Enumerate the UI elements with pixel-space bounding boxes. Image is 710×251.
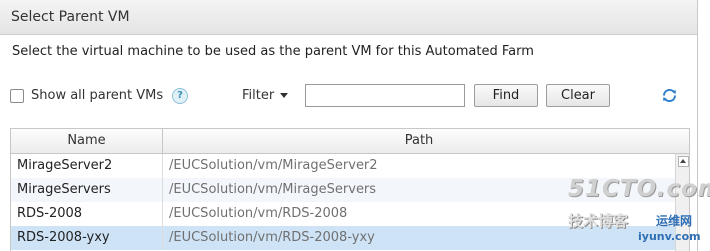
column-header-path[interactable]: Path (163, 129, 675, 153)
dialog-titlebar: Select Parent VM (0, 0, 697, 35)
filter-dropdown[interactable]: Filter (242, 88, 289, 103)
watermark-sub-text: 技术博客 (568, 212, 629, 230)
table-row[interactable]: MirageServer2 /EUCSolution/vm/MirageServ… (11, 154, 675, 178)
column-divider (162, 178, 163, 202)
column-header-name[interactable]: Name (11, 129, 163, 153)
row-name-cell: MirageServers (17, 182, 111, 197)
scroll-up-arrow-icon[interactable] (678, 156, 689, 167)
watermark-main-text: 51CTO.com (568, 176, 710, 202)
show-all-parent-vms-label[interactable]: Show all parent VMs (31, 88, 163, 103)
table-header: Name Path (11, 129, 689, 154)
help-icon[interactable]: ? (172, 88, 188, 104)
chevron-down-icon (280, 93, 289, 98)
row-path-cell: /EUCSolution/vm/MirageServer2 (169, 158, 378, 173)
watermark-sub-text-2: 运维网 (656, 214, 693, 228)
row-name-cell: RDS-2008-yxy (17, 230, 110, 245)
refresh-icon[interactable] (661, 87, 678, 104)
watermark: 51CTO.com 技术博客 运维网 iyunv.com (566, 176, 710, 248)
watermark-url-text: iyunv.com (638, 230, 701, 243)
filter-label: Filter (242, 88, 275, 103)
row-name-cell: MirageServer2 (17, 158, 113, 173)
instruction-text: Select the virtual machine to be used as… (12, 44, 534, 59)
column-divider (162, 226, 163, 250)
find-button[interactable]: Find (474, 84, 538, 107)
clear-button[interactable]: Clear (546, 84, 610, 107)
column-divider (162, 202, 163, 226)
column-divider (162, 154, 163, 178)
row-name-cell: RDS-2008 (17, 206, 83, 221)
show-all-parent-vms-checkbox[interactable] (10, 89, 24, 103)
filter-input[interactable] (305, 84, 465, 107)
dialog-title: Select Parent VM (11, 9, 130, 25)
